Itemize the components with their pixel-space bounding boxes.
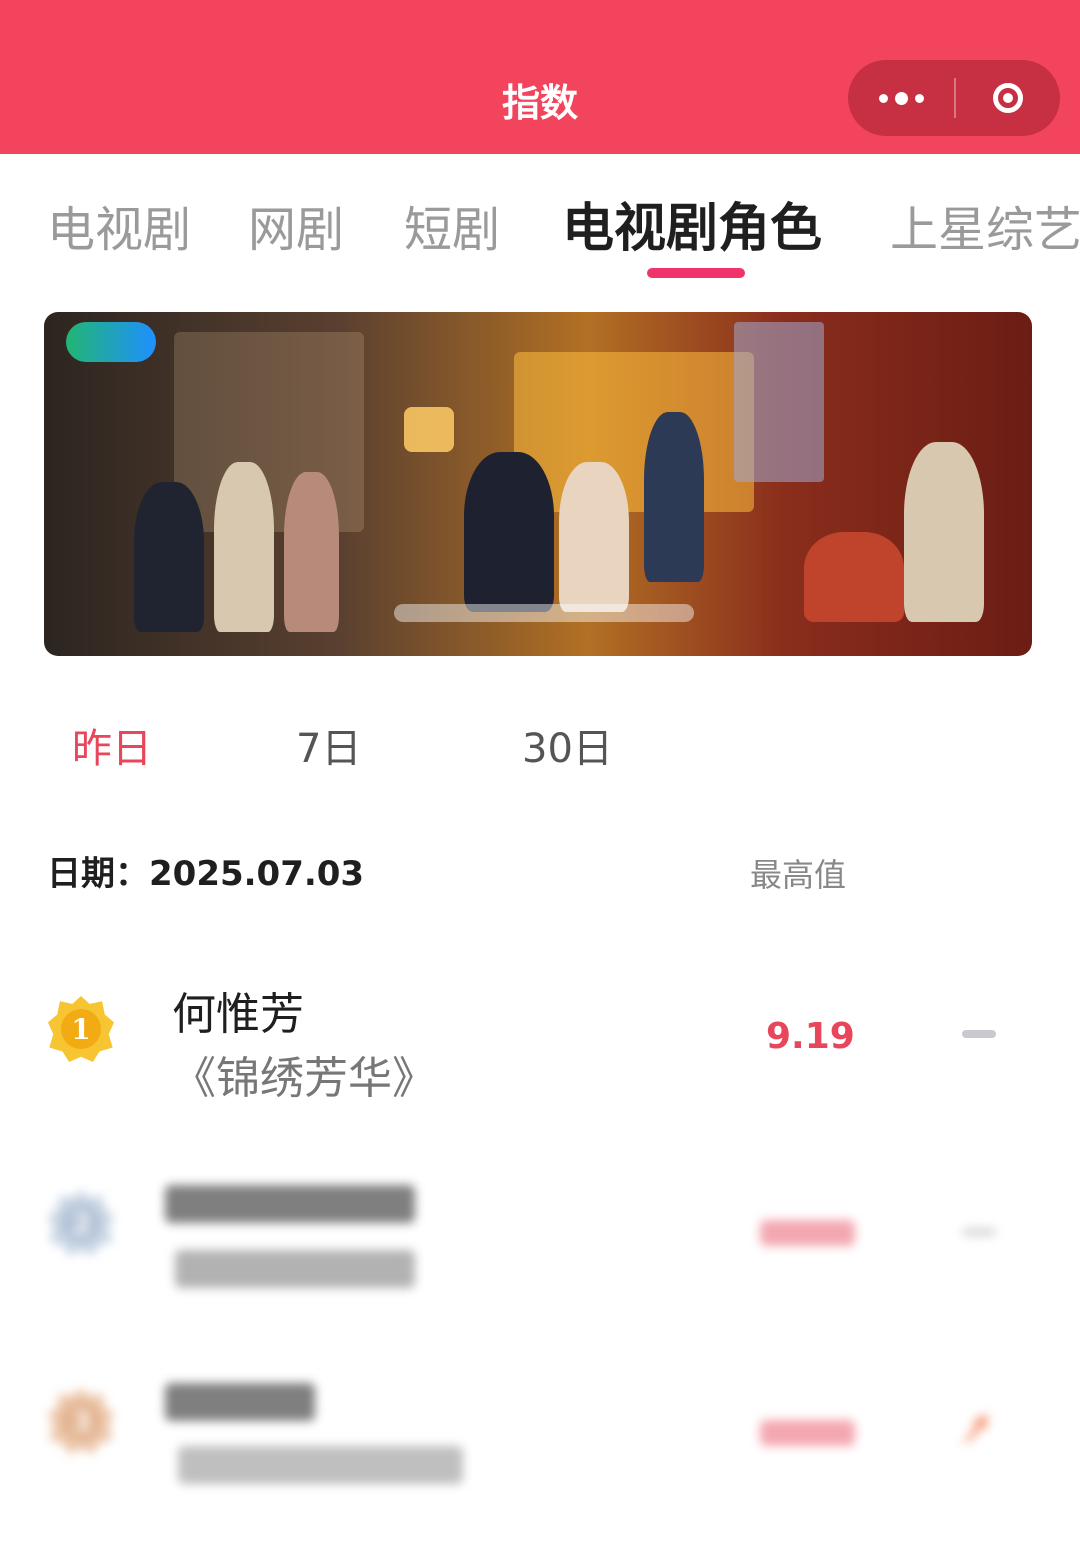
date-label: 日期：2025.07.03 xyxy=(47,854,365,894)
mini-program-capsule xyxy=(848,60,1060,136)
index-value: 9.19 xyxy=(766,1016,855,1057)
banner-figure xyxy=(284,472,339,632)
banner-poster-decoration xyxy=(734,322,824,482)
ranking-row[interactable]: 3 xyxy=(0,1358,1080,1518)
show-title: 《锦绣芳华》 xyxy=(172,1053,436,1104)
banner-figure xyxy=(214,462,274,632)
rank-badge-silver: 2 xyxy=(48,1190,114,1256)
more-dots-icon-center xyxy=(894,91,908,105)
show-title-redacted xyxy=(175,1250,415,1288)
index-value-redacted xyxy=(760,1420,855,1446)
rank-badge-bronze: 3 xyxy=(48,1388,114,1454)
trend-flat-icon xyxy=(962,1030,996,1038)
tab-tv-drama[interactable]: 电视剧 xyxy=(47,190,191,260)
tab-short-drama[interactable]: 短剧 xyxy=(404,190,500,260)
banner-figure xyxy=(904,442,984,622)
active-tab-indicator xyxy=(647,268,745,278)
banner-lamp-decoration xyxy=(404,407,454,452)
role-name: 何惟芳 xyxy=(172,989,304,1040)
target-circle-icon xyxy=(993,83,1023,113)
tab-tv-drama-role[interactable]: 电视剧角色 xyxy=(562,186,822,261)
rank-number: 3 xyxy=(61,1401,101,1441)
rank-number: 2 xyxy=(61,1203,101,1243)
close-mini-program-button[interactable] xyxy=(956,60,1060,136)
rank-number: 1 xyxy=(61,1009,101,1049)
platform-logo xyxy=(66,322,156,362)
banner-figure xyxy=(644,412,704,582)
max-value-column-header[interactable]: 最高值 xyxy=(750,850,846,896)
more-dots-icon-right xyxy=(914,93,924,103)
more-dots-icon xyxy=(878,93,888,103)
period-30-days[interactable]: 30日 xyxy=(522,716,613,774)
period-7-days[interactable]: 7日 xyxy=(296,716,361,774)
trend-up-icon xyxy=(961,1414,987,1444)
banner-caption-strip xyxy=(394,604,694,622)
role-name-redacted xyxy=(165,1185,415,1223)
category-tabs: 电视剧 网剧 短剧 电视剧角色 上星综艺 xyxy=(0,154,1080,294)
rank-badge-gold: 1 xyxy=(48,996,114,1062)
tab-web-drama[interactable]: 网剧 xyxy=(248,190,344,260)
promo-banner[interactable] xyxy=(44,312,1032,656)
ranking-row[interactable]: 1 何惟芳 《锦绣芳华》 9.19 xyxy=(0,960,1080,1120)
index-value-redacted xyxy=(760,1220,855,1246)
top-nav-bar: 指数 xyxy=(0,0,1080,154)
period-yesterday[interactable]: 昨日 xyxy=(72,716,152,774)
show-title-redacted xyxy=(178,1446,463,1484)
more-menu-button[interactable] xyxy=(848,60,954,136)
banner-figure xyxy=(804,532,904,622)
tab-satellite-variety[interactable]: 上星综艺 xyxy=(890,190,1080,260)
trend-flat-icon xyxy=(962,1228,996,1236)
banner-figure xyxy=(559,462,629,612)
ranking-row[interactable]: 2 xyxy=(0,1160,1080,1320)
banner-figure xyxy=(134,482,204,632)
role-name-redacted xyxy=(165,1383,315,1421)
banner-figure xyxy=(464,452,554,612)
